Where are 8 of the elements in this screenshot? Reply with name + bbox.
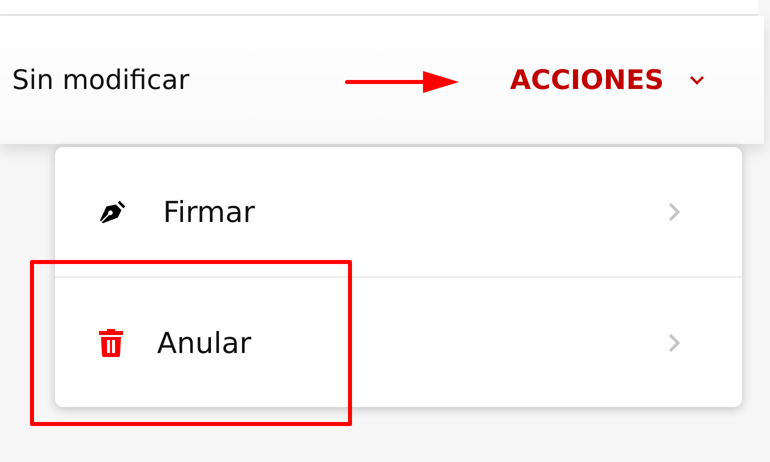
status-text: Sin modificar (12, 64, 190, 96)
actions-button[interactable]: ACCIONES (504, 60, 710, 100)
chevron-down-icon (690, 76, 704, 84)
menu-item[interactable]: Firmar (55, 147, 742, 278)
chevron-right-icon (668, 202, 680, 222)
trash-icon (99, 328, 123, 356)
menu-item[interactable]: Anular (55, 278, 742, 407)
chevron-right-icon (668, 332, 680, 352)
